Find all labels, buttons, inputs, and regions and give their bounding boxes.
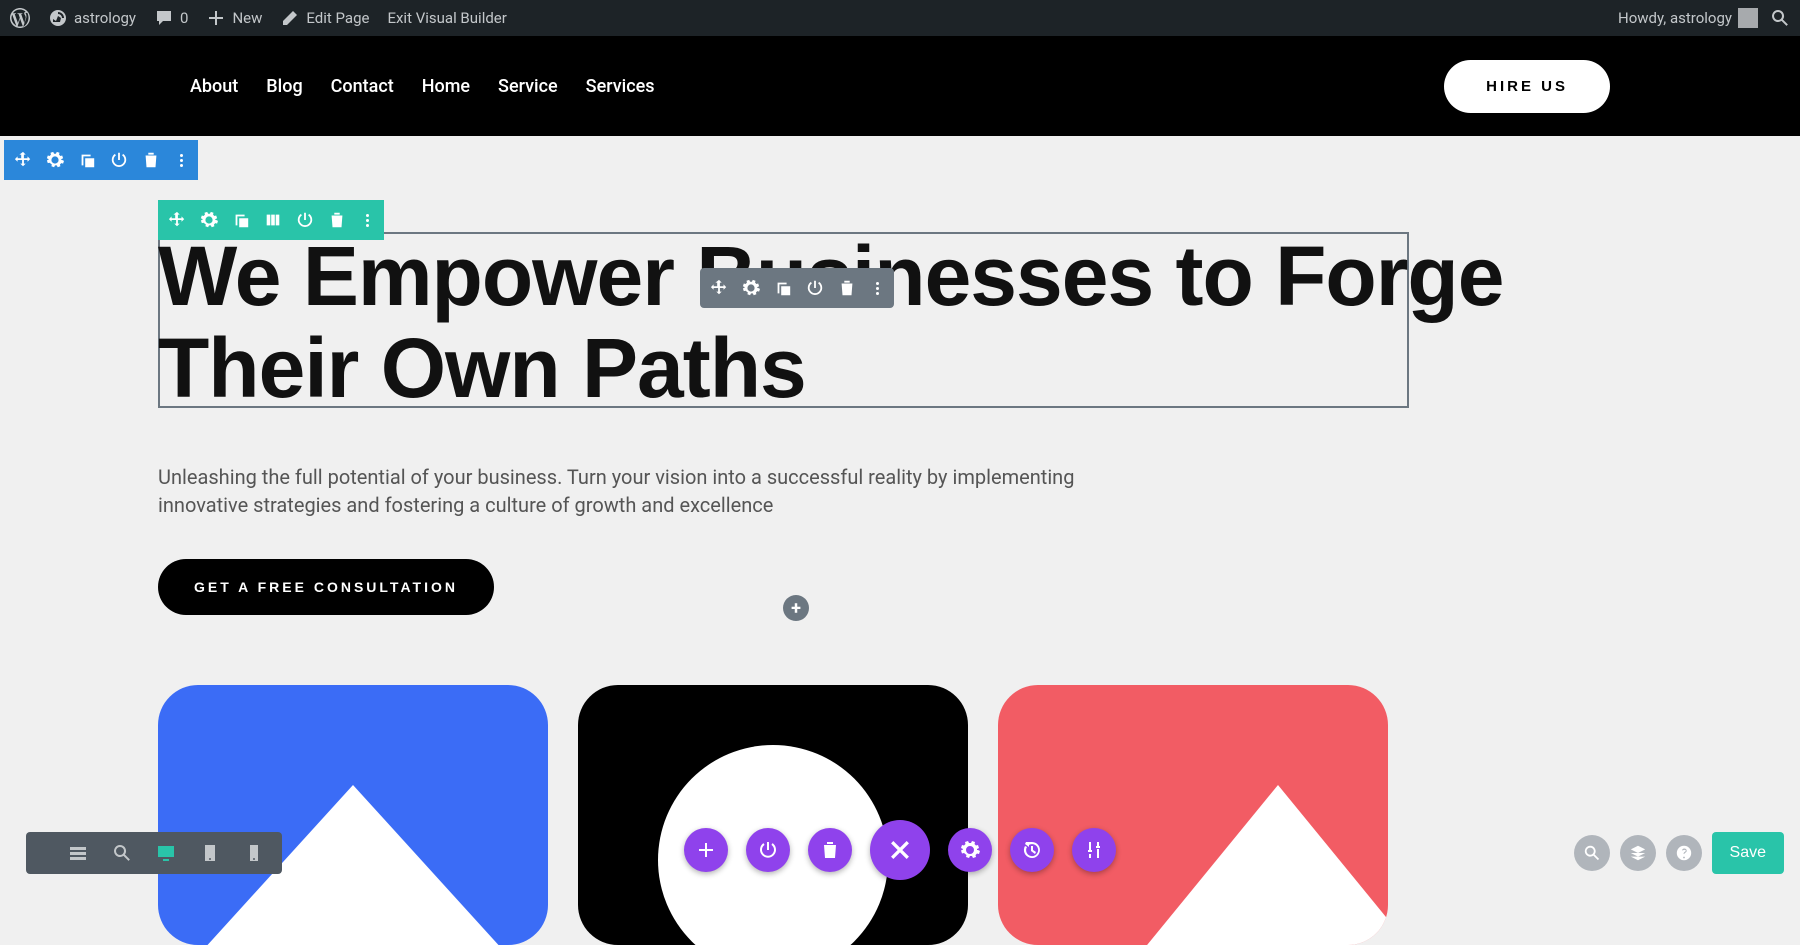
gear-icon[interactable] bbox=[200, 211, 218, 229]
section-toolbar bbox=[4, 140, 198, 180]
gear-icon[interactable] bbox=[46, 151, 64, 169]
search-button[interactable] bbox=[1574, 835, 1610, 871]
search-icon bbox=[1583, 844, 1601, 862]
comment-icon bbox=[154, 8, 174, 28]
more-icon[interactable] bbox=[870, 282, 884, 295]
avatar bbox=[1738, 8, 1758, 28]
power-button[interactable] bbox=[746, 828, 790, 872]
primary-menu: About Blog Contact Home Service Services bbox=[190, 76, 655, 97]
power-icon[interactable] bbox=[296, 211, 314, 229]
page-settings-button[interactable] bbox=[948, 828, 992, 872]
columns-icon[interactable] bbox=[264, 211, 282, 229]
gear-icon[interactable] bbox=[742, 279, 760, 297]
card-blue bbox=[158, 685, 548, 945]
edit-page-label: Edit Page bbox=[306, 9, 369, 27]
layers-icon bbox=[1629, 844, 1647, 862]
nav-services[interactable]: Services bbox=[586, 76, 655, 97]
move-icon[interactable] bbox=[168, 211, 186, 229]
phone-icon[interactable] bbox=[244, 843, 264, 863]
greeting-label: Howdy, astrology bbox=[1618, 9, 1732, 27]
edit-page-link[interactable]: Edit Page bbox=[280, 8, 369, 28]
history-icon bbox=[1022, 840, 1042, 860]
save-button[interactable]: Save bbox=[1712, 832, 1784, 874]
question-icon bbox=[1675, 844, 1693, 862]
hire-us-button[interactable]: HIRE US bbox=[1444, 60, 1610, 113]
more-icon[interactable] bbox=[360, 214, 374, 227]
help-button[interactable] bbox=[1666, 835, 1702, 871]
module-toolbar bbox=[700, 268, 894, 308]
layers-button[interactable] bbox=[1620, 835, 1656, 871]
hero-heading[interactable]: We Empower Businesses to Forge Their Own… bbox=[158, 230, 1642, 415]
search-icon bbox=[1770, 8, 1790, 28]
nav-about[interactable]: About bbox=[190, 76, 238, 97]
cards-row bbox=[158, 685, 1642, 945]
move-icon[interactable] bbox=[14, 151, 32, 169]
close-builder-button[interactable] bbox=[870, 820, 930, 880]
more-icon[interactable] bbox=[174, 154, 188, 167]
power-icon[interactable] bbox=[110, 151, 128, 169]
consultation-button[interactable]: GET A FREE CONSULTATION bbox=[158, 559, 494, 615]
gear-icon bbox=[960, 840, 980, 860]
power-icon bbox=[758, 840, 778, 860]
trash-icon[interactable] bbox=[328, 211, 346, 229]
row-toolbar bbox=[158, 200, 384, 240]
tablet-icon[interactable] bbox=[200, 843, 220, 863]
nav-service[interactable]: Service bbox=[498, 76, 558, 97]
close-icon bbox=[887, 837, 913, 863]
pencil-icon bbox=[280, 8, 300, 28]
add-button[interactable] bbox=[684, 828, 728, 872]
hero-paragraph: Unleashing the full potential of your bu… bbox=[158, 463, 1108, 519]
move-icon[interactable] bbox=[710, 279, 728, 297]
zoom-icon[interactable] bbox=[112, 843, 132, 863]
site-navigation: About Blog Contact Home Service Services… bbox=[0, 36, 1800, 136]
add-module-button[interactable]: + bbox=[783, 595, 809, 621]
wordpress-icon bbox=[10, 8, 30, 28]
trash-icon bbox=[820, 840, 840, 860]
nav-blog[interactable]: Blog bbox=[266, 76, 302, 97]
wp-logo[interactable] bbox=[10, 8, 30, 28]
new-link[interactable]: New bbox=[206, 8, 262, 28]
view-controls bbox=[26, 832, 282, 874]
card-black bbox=[578, 685, 968, 945]
card-red bbox=[998, 685, 1388, 945]
desktop-icon[interactable] bbox=[156, 843, 176, 863]
duplicate-icon[interactable] bbox=[232, 211, 250, 229]
exit-builder-label: Exit Visual Builder bbox=[387, 9, 506, 27]
account-link[interactable]: Howdy, astrology bbox=[1618, 8, 1758, 28]
exit-builder-link[interactable]: Exit Visual Builder bbox=[387, 9, 506, 27]
search-toggle[interactable] bbox=[1770, 8, 1790, 28]
comments-link[interactable]: 0 bbox=[154, 8, 188, 28]
plus-icon bbox=[696, 840, 716, 860]
new-label: New bbox=[232, 9, 262, 27]
duplicate-icon[interactable] bbox=[78, 151, 96, 169]
comments-count: 0 bbox=[180, 9, 188, 27]
wp-admin-bar: astrology 0 New Edit Page Exit Visual Bu… bbox=[0, 0, 1800, 36]
plus-icon bbox=[206, 8, 226, 28]
adjust-button[interactable] bbox=[1072, 828, 1116, 872]
sliders-icon bbox=[1084, 840, 1104, 860]
nav-home[interactable]: Home bbox=[422, 76, 470, 97]
trash-icon[interactable] bbox=[142, 151, 160, 169]
site-name: astrology bbox=[74, 9, 136, 27]
duplicate-icon[interactable] bbox=[774, 279, 792, 297]
nav-contact[interactable]: Contact bbox=[331, 76, 394, 97]
power-icon[interactable] bbox=[806, 279, 824, 297]
trash-icon[interactable] bbox=[838, 279, 856, 297]
clear-button[interactable] bbox=[808, 828, 852, 872]
wireframe-icon[interactable] bbox=[68, 843, 88, 863]
save-controls: Save bbox=[1574, 832, 1784, 874]
builder-actions bbox=[684, 820, 1116, 880]
site-name-link[interactable]: astrology bbox=[48, 8, 136, 28]
dashboard-icon bbox=[48, 8, 68, 28]
history-button[interactable] bbox=[1010, 828, 1054, 872]
